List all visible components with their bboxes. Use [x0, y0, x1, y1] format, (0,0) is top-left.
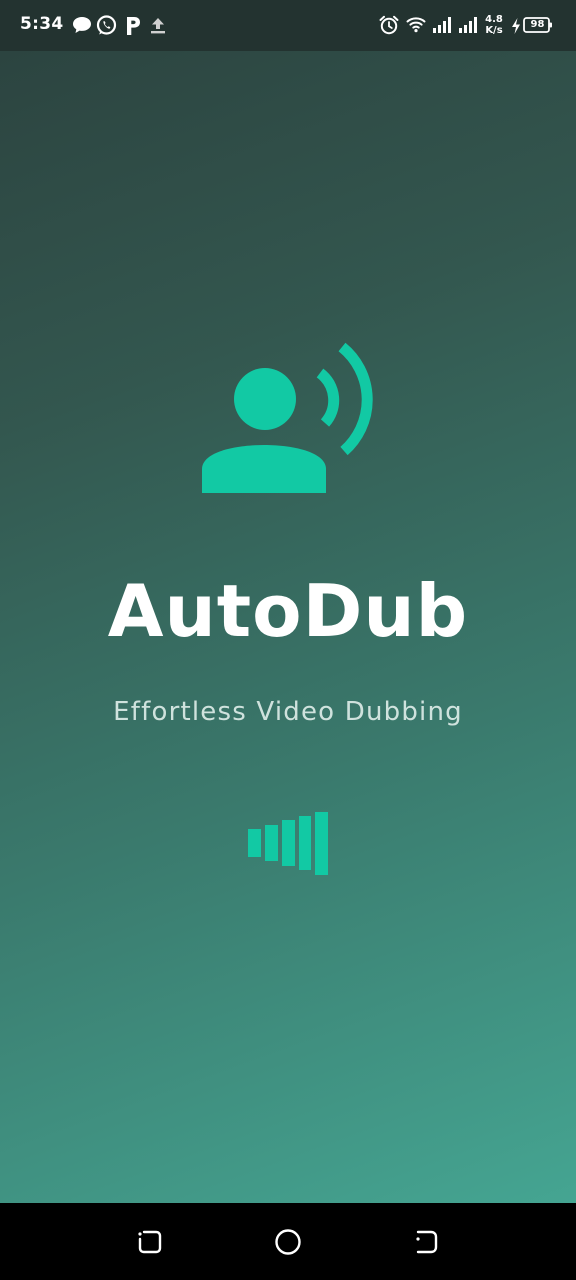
signal-icon	[433, 17, 451, 33]
recent-apps-icon	[138, 1230, 162, 1254]
loading-bar	[299, 816, 311, 870]
battery-level: 98	[530, 19, 545, 30]
home-button[interactable]	[273, 1227, 303, 1257]
loading-bar	[315, 812, 328, 875]
app-subtitle: Effortless Video Dubbing	[113, 697, 463, 727]
alarm-icon	[379, 15, 399, 35]
loading-bar	[248, 829, 261, 857]
status-bar: 5:34 4.8 K/s 98	[0, 0, 576, 51]
status-time: 5:34	[20, 14, 64, 34]
home-icon	[275, 1229, 301, 1255]
app-screen: 5:34 4.8 K/s 98 AutoDub Effortless Video…	[0, 0, 576, 1280]
p-app-icon	[127, 17, 140, 35]
wifi-icon	[406, 17, 426, 33]
whatsapp-icon	[96, 15, 117, 35]
app-title: AutoDub	[107, 569, 469, 653]
network-speed-unit: K/s	[485, 25, 503, 36]
chat-bubble-icon	[73, 17, 91, 33]
network-speed: 4.8 K/s	[482, 14, 506, 36]
back-icon	[416, 1230, 438, 1254]
navigation-bar	[0, 1203, 576, 1280]
person-speaking-icon	[202, 342, 373, 493]
signal-icon	[459, 17, 477, 33]
recent-apps-button[interactable]	[135, 1227, 165, 1257]
upload-icon	[151, 18, 165, 34]
loading-bar	[282, 820, 295, 866]
network-speed-value: 4.8	[485, 14, 503, 25]
splash-screen: AutoDub Effortless Video Dubbing	[0, 51, 576, 1203]
loading-bar	[265, 825, 278, 861]
back-button[interactable]	[411, 1227, 441, 1257]
system-icons: 4.8 K/s 98	[378, 14, 558, 38]
charging-icon	[512, 18, 520, 34]
